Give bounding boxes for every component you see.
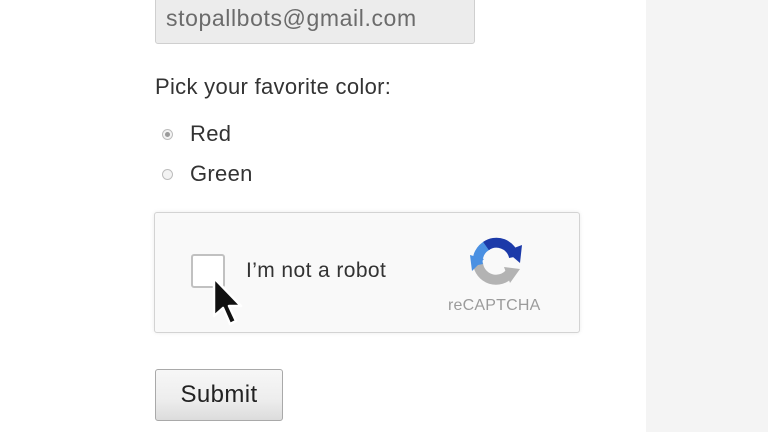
color-option-label: Green [190,161,253,186]
recaptcha-widget: I’m not a robot reCAPTCHA [154,212,580,333]
color-option-label: Red [190,121,232,146]
radio-green[interactable] [162,168,173,180]
email-field[interactable] [155,0,475,44]
submit-button[interactable]: Submit [155,369,283,421]
recaptcha-brand: reCAPTCHA [448,297,541,314]
color-option-red[interactable]: Red [162,121,231,147]
form-panel: Pick your favorite color: Red Green I’m … [0,0,646,432]
color-question: Pick your favorite color: [155,74,392,99]
recaptcha-logo-icon [470,237,522,285]
page: Pick your favorite color: Red Green I’m … [0,0,768,432]
not-a-robot-checkbox[interactable] [191,254,225,288]
not-a-robot-label: I’m not a robot [246,259,387,282]
radio-red[interactable] [162,128,173,140]
color-option-green[interactable]: Green [162,161,253,187]
